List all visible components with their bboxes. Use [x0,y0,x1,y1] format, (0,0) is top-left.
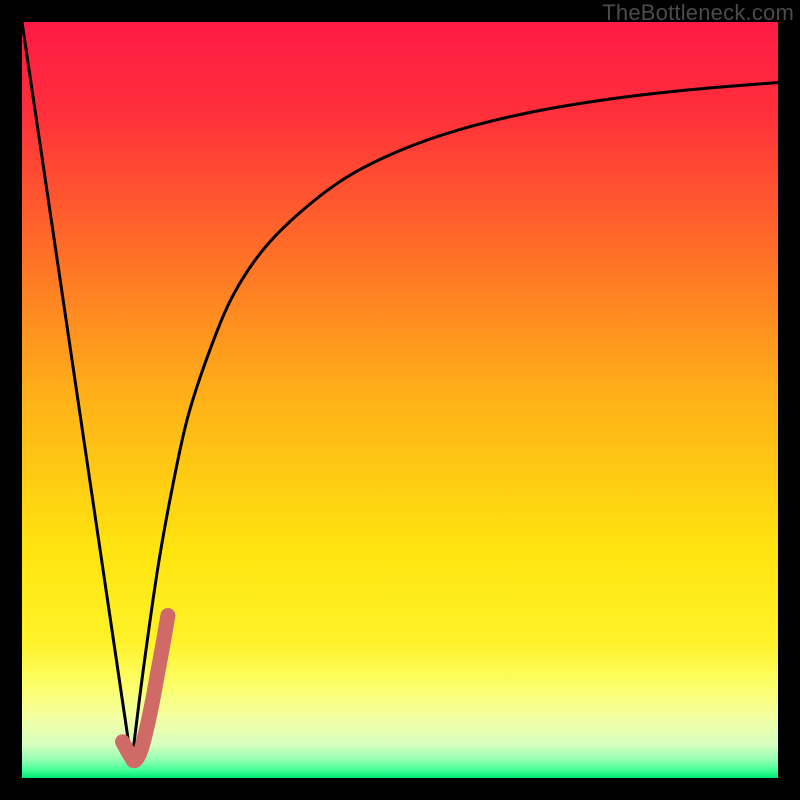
plot-area [22,22,778,778]
watermark-text: TheBottleneck.com [602,0,794,26]
chart-frame: TheBottleneck.com [0,0,800,800]
background-gradient [22,22,778,778]
